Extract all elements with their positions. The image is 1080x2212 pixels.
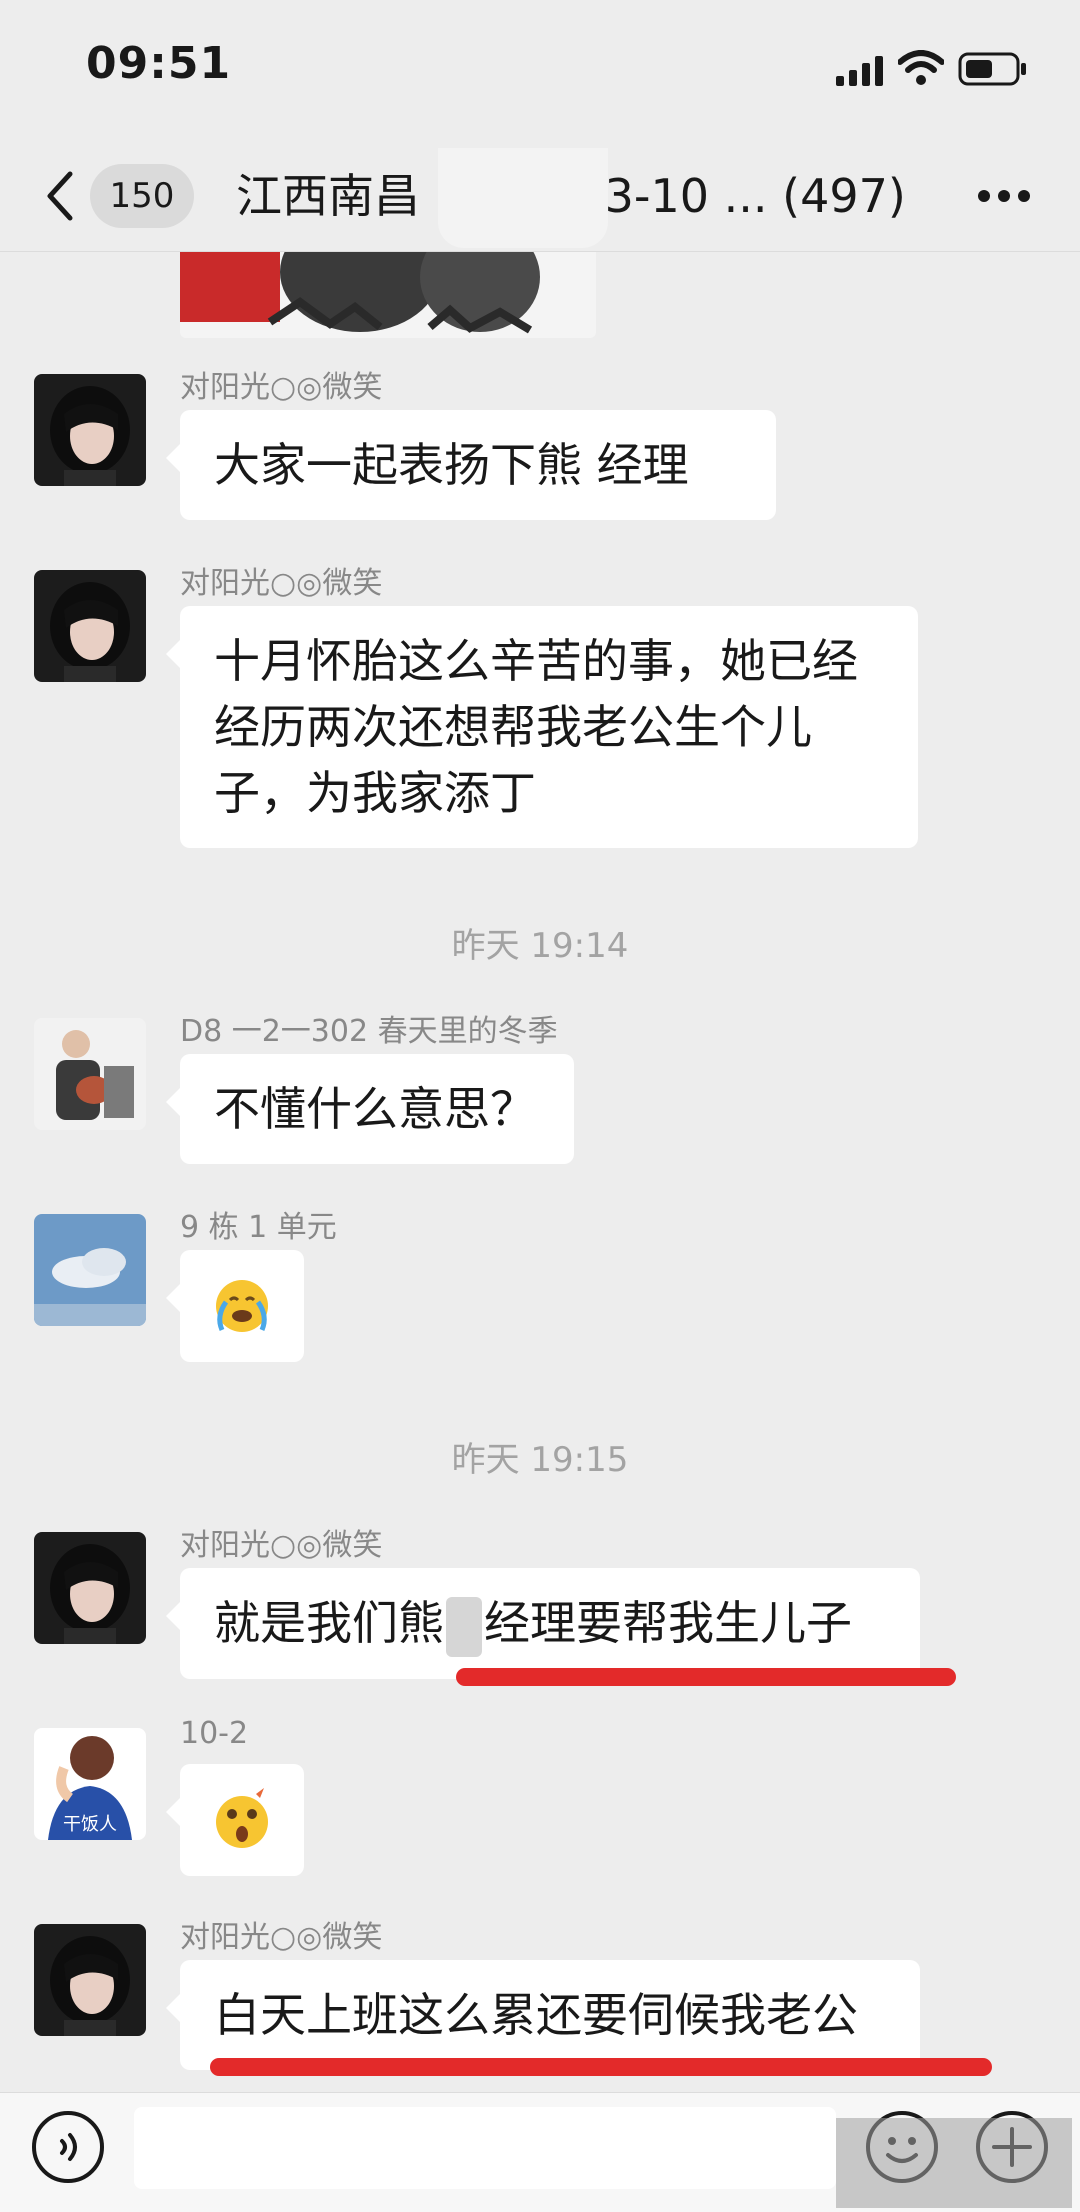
shocked-face-emoji bbox=[216, 1788, 268, 1848]
crying-face-emoji bbox=[216, 1280, 268, 1332]
redaction-mask bbox=[446, 1596, 482, 1657]
voice-icon[interactable] bbox=[28, 2107, 108, 2187]
message-line: 子，为我家添丁 bbox=[214, 766, 536, 820]
status-bar: 09:51 bbox=[0, 0, 1080, 140]
message-line: 十月怀胎这么辛苦的事，她已经 bbox=[214, 634, 858, 688]
message-timestamp: 昨天 19:15 bbox=[451, 1440, 629, 1480]
message-bubble[interactable]: 不懂什么意思？ bbox=[166, 1054, 574, 1164]
battery-icon bbox=[958, 52, 1026, 86]
message-timestamp: 昨天 19:14 bbox=[451, 926, 629, 966]
message-line: 经历两次还想帮我老公生个儿 bbox=[214, 700, 812, 754]
chat-header: 150 江西南昌 3-10 ... (497) bbox=[0, 140, 1080, 252]
wifi-icon bbox=[898, 50, 944, 85]
man-avatar[interactable] bbox=[34, 1018, 146, 1130]
message-bubble[interactable] bbox=[166, 1250, 304, 1362]
chat-title-suffix: 3-10 ... (497) bbox=[604, 169, 906, 223]
girl-avatar[interactable] bbox=[34, 374, 146, 486]
signal-icon bbox=[836, 56, 883, 86]
message-bubble[interactable]: 大家一起表扬下熊 经理 bbox=[166, 410, 776, 520]
redaction-mask bbox=[438, 148, 608, 248]
girl-avatar[interactable] bbox=[34, 1924, 146, 2036]
highlight-underline bbox=[210, 2058, 992, 2076]
avatar-text: 干饭人 bbox=[63, 1814, 117, 1835]
status-time: 09:51 bbox=[86, 38, 232, 89]
cartoon-avatar[interactable]: 干饭人 bbox=[34, 1728, 146, 1840]
message-bubble[interactable]: 就是我们熊 经理要帮我生儿子 bbox=[166, 1568, 920, 1679]
sender-name[interactable]: 9 栋 1 单元 bbox=[180, 1202, 337, 1246]
sender-name[interactable]: 10-2 bbox=[180, 1716, 248, 1751]
watermark-overlay bbox=[836, 2118, 1072, 2208]
more-dots-icon[interactable] bbox=[976, 188, 1032, 204]
unread-count-badge[interactable]: 150 bbox=[90, 164, 194, 228]
message-bubble[interactable]: 十月怀胎这么辛苦的事，她已经 经历两次还想帮我老公生个儿 子，为我家添丁 bbox=[166, 606, 918, 848]
message-text: 就是我们熊 bbox=[214, 1596, 444, 1650]
sender-name[interactable]: 对阳光○◎微笑 bbox=[180, 1520, 382, 1564]
message-text: 经理要帮我生儿子 bbox=[484, 1596, 852, 1650]
girl-avatar[interactable] bbox=[34, 1532, 146, 1644]
sender-name[interactable]: D8 一2一302 春天里的冬季 bbox=[180, 1006, 558, 1050]
message-bubble[interactable]: 白天上班这么累还要伺候我老公 bbox=[166, 1960, 920, 2070]
chat-screen: 09:51 150 江西南昌 3-10 ... (497) 对阳光○◎微笑 大家… bbox=[0, 0, 1080, 2212]
dragon-sticker-image[interactable] bbox=[180, 252, 596, 338]
chat-title-text: 江西南昌 bbox=[236, 169, 435, 223]
message-input[interactable] bbox=[134, 2107, 836, 2189]
highlight-underline bbox=[456, 1668, 956, 1686]
chevron-left-icon[interactable] bbox=[40, 166, 80, 226]
girl-avatar[interactable] bbox=[34, 570, 146, 682]
message-bubble[interactable] bbox=[166, 1764, 304, 1876]
message-list[interactable]: 对阳光○◎微笑 大家一起表扬下熊 经理 对阳光○◎微笑 十月怀胎这么辛苦的事，她… bbox=[0, 252, 1080, 2092]
sky-avatar[interactable] bbox=[34, 1214, 146, 1326]
sender-name[interactable]: 对阳光○◎微笑 bbox=[180, 362, 382, 406]
sender-name[interactable]: 对阳光○◎微笑 bbox=[180, 558, 382, 602]
sender-name[interactable]: 对阳光○◎微笑 bbox=[180, 1912, 382, 1956]
